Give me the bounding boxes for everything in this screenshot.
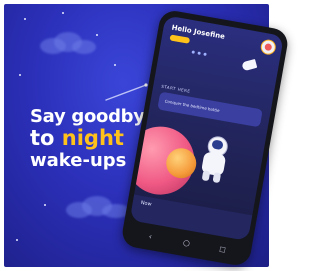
avatar[interactable] bbox=[259, 38, 277, 56]
progress-dots bbox=[191, 39, 224, 56]
star bbox=[16, 239, 18, 241]
star bbox=[62, 12, 64, 14]
cloud bbox=[72, 40, 96, 54]
shooting-star-icon bbox=[105, 83, 148, 101]
star bbox=[96, 34, 98, 36]
lesson-card[interactable]: Conquer the bedtime battle bbox=[157, 91, 263, 128]
astronaut-leg bbox=[201, 170, 211, 182]
star bbox=[19, 74, 21, 76]
home-icon[interactable]: ○ bbox=[181, 238, 191, 248]
star bbox=[44, 204, 46, 206]
star bbox=[114, 64, 116, 66]
now-label: Now bbox=[140, 199, 153, 208]
astronaut-icon bbox=[198, 134, 234, 184]
status-badge bbox=[169, 34, 191, 44]
astronaut-leg bbox=[212, 172, 222, 184]
headline-line-2-prefix: to bbox=[30, 126, 55, 151]
back-icon[interactable]: ‹ bbox=[145, 232, 155, 242]
star bbox=[24, 18, 26, 20]
headline-accent-word: night bbox=[61, 126, 124, 151]
lesson-card-title: Conquer the bedtime battle bbox=[164, 98, 221, 114]
recent-apps-icon[interactable]: ◻ bbox=[217, 244, 227, 255]
rocket-icon bbox=[241, 58, 258, 72]
